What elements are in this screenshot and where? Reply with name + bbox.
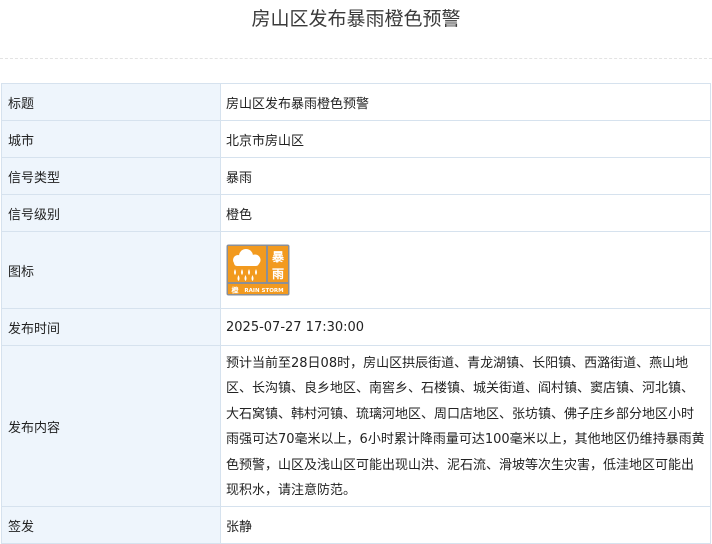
table-row-signal-type: 信号类型 暴雨	[1, 157, 711, 195]
row-label: 信号级别	[1, 194, 221, 232]
table-row-title: 标题 房山区发布暴雨橙色预警	[1, 83, 711, 121]
table-row-publish-content: 发布内容 预计当前至28日08时，房山区拱辰街道、青龙湖镇、长阳镇、西潞街道、燕…	[1, 345, 711, 507]
table-row-city: 城市 北京市房山区	[1, 120, 711, 158]
icon-glyph-top: 暴	[271, 250, 285, 264]
row-label: 发布时间	[1, 308, 221, 346]
row-value: 暴雨	[220, 157, 711, 195]
table-row-publish-time: 发布时间 2025-07-27 17:30:00	[1, 308, 711, 346]
table-row-icon: 图标 暴 雨 橙 RAIN STORM	[1, 231, 711, 309]
warning-content-text: 预计当前至28日08时，房山区拱辰街道、青龙湖镇、长阳镇、西潞街道、燕山地区、长…	[226, 355, 705, 499]
row-value: 2025-07-27 17:30:00	[220, 308, 711, 346]
row-value: 北京市房山区	[220, 120, 711, 158]
row-label: 信号类型	[1, 157, 221, 195]
row-label: 签发	[1, 506, 221, 544]
row-value: 房山区发布暴雨橙色预警	[220, 83, 711, 121]
row-value: 预计当前至28日08时，房山区拱辰街道、青龙湖镇、长阳镇、西潞街道、燕山地区、长…	[220, 345, 711, 507]
row-label: 城市	[1, 120, 221, 158]
icon-caption: RAIN STORM	[244, 288, 283, 294]
icon-glyph-bottom: 橙	[232, 286, 240, 295]
row-value: 橙色	[220, 194, 711, 232]
table-row-signal-level: 信号级别 橙色	[1, 194, 711, 232]
row-label: 发布内容	[1, 345, 221, 507]
row-value: 张静	[220, 506, 711, 544]
row-label: 标题	[1, 83, 221, 121]
icon-glyph-mid: 雨	[272, 267, 284, 281]
row-label: 图标	[1, 231, 221, 309]
page-title: 房山区发布暴雨橙色预警	[251, 8, 461, 30]
title-divider	[0, 58, 712, 59]
table-row-issuer: 签发 张静	[1, 506, 711, 544]
warning-info-table: 标题 房山区发布暴雨橙色预警 城市 北京市房山区 信号类型 暴雨 信号级别 橙色…	[1, 83, 711, 544]
rainstorm-orange-warning-icon: 暴 雨 橙 RAIN STORM	[226, 244, 290, 296]
row-value: 暴 雨 橙 RAIN STORM	[220, 231, 711, 309]
